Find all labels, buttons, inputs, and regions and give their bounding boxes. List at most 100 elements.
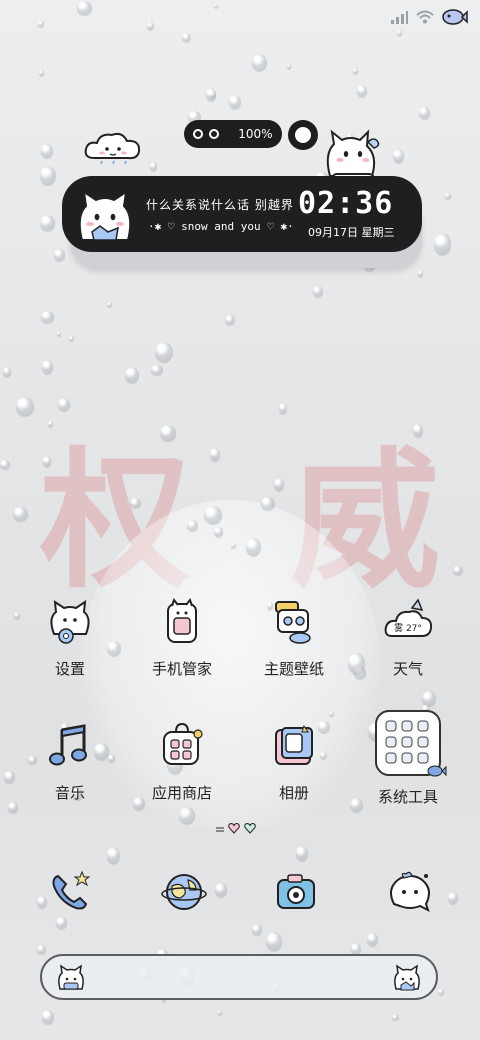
cat-icon <box>394 964 420 991</box>
app-store-icon <box>163 722 203 765</box>
raindrop <box>352 68 359 74</box>
raindrop <box>41 311 54 324</box>
raindrop <box>366 933 378 946</box>
raindrop <box>40 144 54 158</box>
status-bar <box>390 8 468 26</box>
raindrop <box>251 924 262 935</box>
raindrop <box>130 498 142 509</box>
raindrop <box>38 21 45 28</box>
raindrop <box>7 801 18 814</box>
raindrop <box>155 342 173 363</box>
raindrop <box>68 335 74 341</box>
browser-globe-icon <box>161 874 207 910</box>
dock-messages[interactable] <box>382 864 438 920</box>
app-label: 主题壁纸 <box>263 660 324 678</box>
gear-cat-icon <box>50 599 90 644</box>
raindrop <box>13 506 28 522</box>
raindrop <box>422 691 436 707</box>
raindrop <box>41 359 54 375</box>
raindrop <box>53 248 65 262</box>
gallery-icon <box>275 724 313 765</box>
raindrop <box>42 456 52 467</box>
raindrop <box>453 566 464 576</box>
raindrop <box>209 91 216 98</box>
clock-widget[interactable]: 什么关系说什么话 别越界 ·✱ ♡ snow and you ♡ ✱· 02:3… <box>62 176 422 252</box>
raindrop <box>392 1014 399 1021</box>
app-label: 相册 <box>278 784 309 802</box>
raindrop <box>40 214 56 231</box>
raindrop <box>38 69 44 77</box>
music-note-icon <box>49 724 87 766</box>
phone-manager-icon <box>167 598 197 643</box>
page-indicator <box>216 822 256 834</box>
app-theme-wallpaper[interactable]: 主题壁纸 <box>244 596 344 679</box>
app-music[interactable]: 音乐 <box>20 720 120 803</box>
raindrop <box>412 423 424 438</box>
widget-subline: ·✱ ♡ snow and you ♡ ✱· <box>148 220 294 233</box>
app-weather[interactable]: 雾 27° 天气 <box>358 596 458 679</box>
widget-round-button[interactable] <box>288 120 318 150</box>
app-gallery[interactable]: 相册 <box>244 720 344 803</box>
fish-icon <box>427 765 447 777</box>
raindrop <box>0 459 10 470</box>
signal-icon <box>391 11 408 24</box>
clock-date: 09月17日 星期三 <box>308 226 395 239</box>
app-label: 系统工具 <box>377 788 438 806</box>
raindrop <box>181 32 192 43</box>
heart-pink-icon <box>228 822 240 834</box>
app-store[interactable]: 应用商店 <box>132 720 232 803</box>
raindrop <box>107 847 121 864</box>
menu-lines-icon <box>216 827 224 829</box>
dock-camera[interactable] <box>268 864 324 920</box>
raindrop <box>286 64 292 69</box>
wifi-icon <box>416 10 434 24</box>
raindrop <box>225 315 236 326</box>
raindrop <box>210 448 221 461</box>
messages-icon <box>390 871 430 912</box>
raindrop <box>279 403 288 414</box>
raindrop <box>124 366 139 383</box>
camera-icon <box>277 874 315 909</box>
raindrop <box>214 883 228 897</box>
system-tools-folder-icon <box>385 720 429 764</box>
phone-icon <box>52 870 91 910</box>
widget-quote: 什么关系说什么话 别越界 <box>146 198 294 212</box>
raindrop <box>213 3 218 9</box>
raindrop <box>57 398 70 412</box>
raindrop <box>396 29 403 37</box>
eyes-icon <box>193 129 220 139</box>
app-phone-manager[interactable]: 手机管家 <box>132 596 232 679</box>
raindrop <box>228 94 242 110</box>
raindrop <box>437 989 445 996</box>
battery-pill: 100% <box>184 120 282 148</box>
theme-wallpaper-icon <box>275 601 311 644</box>
raindrop <box>3 771 15 783</box>
raindrop <box>39 166 57 185</box>
raindrop <box>41 1010 54 1024</box>
raindrop <box>417 269 424 277</box>
dock-phone[interactable] <box>42 864 98 920</box>
raindrop <box>447 891 458 904</box>
raindrop <box>47 420 54 427</box>
raindrop <box>37 944 47 955</box>
raindrop <box>273 478 285 492</box>
app-system-tools-folder[interactable]: 系统工具 <box>358 710 458 807</box>
battery-text: 100% <box>238 127 273 141</box>
heart-green-icon <box>244 822 256 834</box>
weather-icon: 雾 27° <box>384 598 433 637</box>
cat-icon <box>58 964 84 990</box>
weather-badge: 雾 27° <box>394 623 422 634</box>
search-bar[interactable] <box>40 954 438 1000</box>
raindrop <box>146 22 154 30</box>
cloud-icon <box>84 132 141 164</box>
raindrop <box>107 301 113 308</box>
raindrop <box>76 0 92 16</box>
fish-battery-icon <box>442 9 468 25</box>
raindrop <box>295 846 308 862</box>
cat-avatar-icon <box>78 189 132 241</box>
raindrop <box>419 106 430 119</box>
app-label: 音乐 <box>54 784 85 802</box>
dock-browser[interactable] <box>156 864 212 920</box>
app-label: 设置 <box>54 660 85 678</box>
app-settings[interactable]: 设置 <box>20 596 120 679</box>
